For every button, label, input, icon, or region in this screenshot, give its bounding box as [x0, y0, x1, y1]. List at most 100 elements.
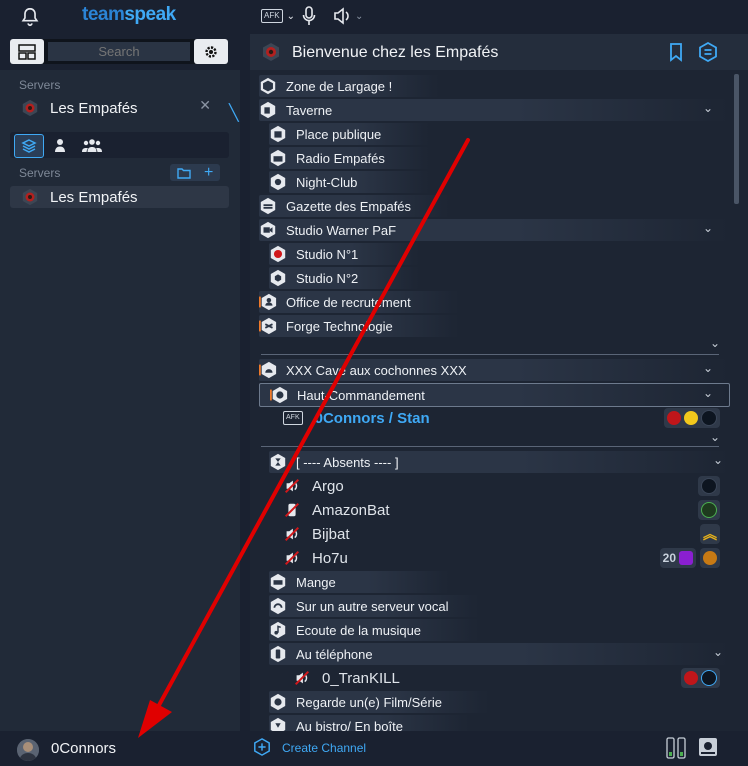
paw-badge-icon	[701, 502, 717, 518]
music-icon	[270, 621, 286, 639]
shirt-badge-icon	[679, 551, 693, 565]
channel-label: Radio Empafés	[296, 150, 385, 166]
client-name: Argo	[312, 477, 344, 495]
hourglass-icon	[270, 453, 286, 471]
chevron-down-icon[interactable]: ⌄	[703, 361, 713, 375]
person-icon	[55, 139, 65, 152]
chevron-down-icon[interactable]: ⌄	[713, 453, 723, 467]
user-bar: 0Connors	[0, 731, 240, 766]
afk-toggle-button[interactable]: AFK ⌄	[261, 6, 295, 26]
channel-item[interactable]: [ ---- Absents ---- ] ⌄	[269, 451, 729, 473]
chevron-down-icon[interactable]: ⌄	[710, 430, 720, 444]
server-sidebar: teamspeak Servers Les Empafés ✕ ╲ Server…	[0, 0, 240, 766]
bell-icon[interactable]	[19, 6, 41, 28]
chevron-down-icon[interactable]: ⌄	[703, 101, 713, 115]
sidebar-tabs	[10, 132, 229, 158]
channel-item[interactable]: Regarde un(e) Film/Série	[269, 691, 489, 713]
speaker-button[interactable]: ⌄	[333, 6, 363, 26]
logo-team-text: team	[82, 4, 125, 25]
channel-item[interactable]: Ecoute de la musique	[269, 619, 479, 641]
channel-item[interactable]: Studio Warner PaF ⌄	[259, 219, 729, 241]
channel-item[interactable]: Place publique	[269, 123, 429, 145]
channel-label: XXX Cave aux cochonnes XXX	[286, 362, 467, 378]
channel-item[interactable]: Studio N°2	[269, 267, 419, 289]
tab-contacts[interactable]	[46, 134, 74, 156]
client-item[interactable]: Argo	[283, 475, 729, 497]
server-list-item[interactable]: Les Empafés	[10, 186, 229, 208]
microphone-button[interactable]	[302, 6, 316, 26]
channel-label: Haut-Commandement	[297, 387, 425, 403]
client-item[interactable]: Bijbat ︽	[283, 523, 729, 545]
dark-badge-icon	[701, 410, 717, 426]
channel-item[interactable]: Sur un autre serveur vocal	[269, 595, 479, 617]
channel-item[interactable]: Forge Technologie	[259, 315, 459, 337]
badge-number: 20	[662, 551, 676, 565]
add-channel-icon[interactable]	[253, 738, 271, 756]
client-badges	[677, 668, 720, 688]
client-name: 0Connors / Stan	[314, 409, 430, 427]
channel-label: Ecoute de la musique	[296, 622, 422, 638]
channel-label: Mange	[296, 574, 336, 590]
chevron-down-icon[interactable]: ⌄	[713, 645, 723, 659]
club-icon	[270, 173, 286, 191]
panel-divider[interactable]	[240, 0, 250, 766]
crown-badge-icon	[701, 670, 717, 686]
search-input[interactable]	[48, 42, 190, 61]
chevron-down-icon[interactable]: ⌄	[703, 386, 713, 400]
tab-servers[interactable]	[14, 134, 44, 158]
mobile-status-icon[interactable]	[666, 737, 686, 759]
folder-icon[interactable]	[176, 167, 191, 179]
stack-icon	[21, 139, 37, 153]
rank-chevron-icon: ︽	[703, 526, 717, 542]
channel-hex-icon	[260, 77, 276, 95]
microphone-icon	[302, 6, 316, 25]
drag-handle-icon[interactable]: ╲	[229, 103, 239, 122]
channel-item[interactable]: Mange	[269, 571, 449, 593]
server-info-icon[interactable]	[698, 42, 718, 62]
client-badges: ︽	[696, 524, 720, 544]
afk-status-icon: AFK	[283, 411, 303, 425]
radio-icon	[270, 149, 286, 167]
close-icon[interactable]: ✕	[199, 97, 211, 114]
server-header: Bienvenue chez les Empafés	[250, 34, 748, 70]
add-icon[interactable]: +	[204, 164, 213, 180]
studio-red-icon	[270, 245, 286, 263]
channel-item[interactable]: XXX Cave aux cochonnes XXX ⌄	[259, 359, 729, 381]
client-item[interactable]: AFK 0Connors / Stan	[283, 407, 729, 429]
server-status-icon[interactable]	[698, 737, 718, 757]
tab-groups[interactable]	[78, 134, 106, 156]
client-item[interactable]: AmazonBat	[283, 499, 729, 521]
channel-item-selected[interactable]: Haut-Commandement ⌄	[259, 383, 730, 407]
channel-item[interactable]: Studio N°1	[269, 243, 419, 265]
client-name: AmazonBat	[312, 501, 390, 519]
chevron-down-icon[interactable]: ⌄	[703, 221, 713, 235]
channel-item[interactable]: Zone de Largage !	[259, 75, 439, 97]
channel-item[interactable]: Gazette des Empafés	[259, 195, 449, 217]
avatar[interactable]	[17, 739, 39, 761]
phone-icon	[270, 645, 286, 663]
newspaper-icon	[260, 197, 276, 215]
client-badges	[660, 408, 720, 428]
channel-item[interactable]: Radio Empafés	[269, 147, 429, 169]
user-name[interactable]: 0Connors	[51, 740, 116, 757]
channel-item[interactable]: Night-Club	[269, 171, 429, 193]
orange-badge-icon	[703, 551, 717, 565]
settings-button[interactable]	[194, 39, 228, 64]
star-badge-icon	[684, 411, 698, 425]
chevron-down-icon[interactable]: ⌄	[710, 336, 720, 350]
channel-item[interactable]: Office de recrutement	[259, 291, 459, 313]
recruit-icon	[259, 293, 277, 311]
channel-item[interactable]: Au bistro/ En boîte	[269, 715, 469, 731]
client-item[interactable]: Ho7u 20	[283, 547, 729, 569]
server-avatar-icon	[22, 99, 38, 117]
bistro-icon	[270, 717, 286, 731]
client-item[interactable]: 0_TranKILL	[293, 667, 729, 689]
scrollbar[interactable]	[734, 74, 739, 204]
channel-item[interactable]: Au téléphone ⌄	[269, 643, 729, 665]
channel-item[interactable]: Taverne ⌄	[259, 99, 729, 121]
active-server-tab[interactable]: Les Empafés ✕	[10, 97, 229, 119]
bookmark-icon[interactable]	[666, 42, 686, 62]
layout-toggle-button[interactable]	[10, 39, 44, 64]
create-channel-button[interactable]: Create Channel	[282, 741, 366, 755]
muted-speaker-icon	[284, 526, 300, 542]
